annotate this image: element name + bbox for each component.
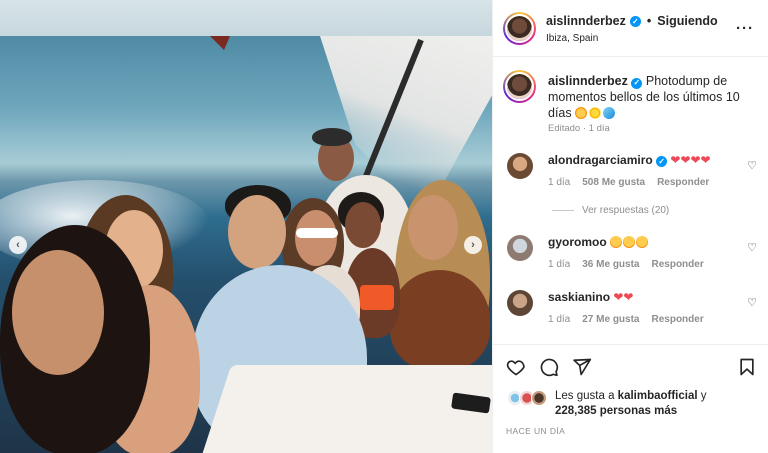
comment-time: 1 día bbox=[548, 314, 571, 325]
like-comment-heart-icon[interactable]: ♡ bbox=[747, 241, 757, 254]
liker-username[interactable]: kalimbaofficial bbox=[618, 390, 698, 402]
star-struck-emoji-icon bbox=[610, 236, 623, 248]
author-username[interactable]: aislinnderbez bbox=[546, 14, 626, 28]
view-replies-button[interactable]: Ver respuestas (20) bbox=[552, 205, 669, 216]
author-avatar[interactable] bbox=[503, 12, 536, 45]
comment-meta: 1 día 36 Me gusta Responder bbox=[548, 259, 704, 270]
verified-badge-icon: ✓ bbox=[656, 156, 668, 167]
caption-username[interactable]: aislinnderbez bbox=[548, 74, 628, 88]
view-replies-label: Ver respuestas (20) bbox=[582, 205, 670, 216]
header-separator: • bbox=[646, 14, 652, 28]
commenter-username[interactable]: alondragarciamiro bbox=[548, 153, 653, 167]
wave-emoji-icon bbox=[603, 107, 616, 119]
red-heart-icon: ❤❤❤❤ bbox=[670, 153, 711, 167]
author-info: aislinnderbez ✓ • Siguiendo bbox=[546, 14, 718, 28]
comment-body: alondragarciamiro ✓ ❤❤❤❤ bbox=[548, 153, 711, 167]
comment-body: saskianino ❤❤ bbox=[548, 290, 633, 304]
share-icon[interactable] bbox=[572, 357, 592, 377]
heart-icon[interactable] bbox=[506, 357, 526, 377]
caption-author-avatar[interactable] bbox=[503, 70, 536, 103]
photo-top-band bbox=[0, 0, 492, 36]
post-timestamp[interactable]: HACE UN DÍA bbox=[506, 426, 565, 436]
comment-time: 1 día bbox=[548, 259, 571, 270]
comment-icon[interactable] bbox=[539, 357, 559, 377]
comment-likes[interactable]: 508 Me gusta bbox=[582, 177, 645, 188]
more-horizontal-icon[interactable]: ··· bbox=[736, 20, 754, 37]
liker-avatar bbox=[531, 390, 547, 406]
post-caption: aislinnderbez ✓ Photodump de momentos be… bbox=[493, 57, 768, 147]
comment-meta: 1 día 508 Me gusta Responder bbox=[548, 177, 709, 188]
boat-flag bbox=[210, 36, 230, 50]
post-actions-bar bbox=[493, 344, 768, 384]
verified-badge-icon: ✓ bbox=[631, 77, 643, 89]
bookmark-icon[interactable] bbox=[737, 357, 757, 377]
post-header: aislinnderbez ✓ • Siguiendo Ibiza, Spain… bbox=[493, 0, 768, 57]
comment-time: 1 día bbox=[548, 177, 571, 188]
comment-meta: 1 día 27 Me gusta Responder bbox=[548, 314, 704, 325]
red-heart-icon: ❤❤ bbox=[613, 290, 634, 304]
caption-meta: Editado · 1 día bbox=[548, 123, 610, 134]
likes-prefix: Les gusta a bbox=[555, 390, 615, 402]
commenter-avatar[interactable] bbox=[507, 153, 533, 179]
divider bbox=[552, 210, 574, 211]
chevron-left-icon: ‹ bbox=[16, 239, 20, 251]
like-comment-heart-icon[interactable]: ♡ bbox=[747, 296, 757, 309]
likes-count[interactable]: 228,385 personas más bbox=[555, 405, 677, 417]
previous-photo-button[interactable]: ‹ bbox=[9, 236, 27, 254]
sun-emoji-icon bbox=[589, 107, 602, 119]
reply-button[interactable]: Responder bbox=[652, 314, 704, 325]
verified-badge-icon: ✓ bbox=[629, 15, 641, 27]
reply-button[interactable]: Responder bbox=[657, 177, 709, 188]
commenter-username[interactable]: gyoromoo bbox=[548, 235, 607, 249]
reply-button[interactable]: Responder bbox=[652, 259, 704, 270]
comment-likes[interactable]: 36 Me gusta bbox=[582, 259, 639, 270]
post-side-panel: aislinnderbez ✓ • Siguiendo Ibiza, Spain… bbox=[492, 0, 768, 453]
table bbox=[198, 365, 492, 453]
following-button[interactable]: Siguiendo bbox=[657, 14, 717, 28]
caption-text: aislinnderbez ✓ Photodump de momentos be… bbox=[548, 73, 748, 121]
star-struck-emoji-icon bbox=[636, 236, 649, 248]
post-photo[interactable]: ‹ › bbox=[0, 0, 492, 453]
post-location[interactable]: Ibiza, Spain bbox=[546, 33, 598, 44]
star-struck-emoji-icon bbox=[623, 236, 636, 248]
chevron-right-icon: › bbox=[471, 239, 475, 251]
comment-body: gyoromoo bbox=[548, 235, 649, 249]
next-photo-button[interactable]: › bbox=[464, 236, 482, 254]
likes-connector: y bbox=[700, 390, 707, 402]
commenter-avatar[interactable] bbox=[507, 235, 533, 261]
like-comment-heart-icon[interactable]: ♡ bbox=[747, 159, 757, 172]
comment-likes[interactable]: 27 Me gusta bbox=[582, 314, 639, 325]
commenter-username[interactable]: saskianino bbox=[548, 290, 610, 304]
commenter-avatar[interactable] bbox=[507, 290, 533, 316]
likers-avatars[interactable] bbox=[507, 390, 551, 406]
likes-summary: Les gusta a kalimbaofficial y 228,385 pe… bbox=[555, 389, 755, 419]
smiling-hearts-emoji-icon bbox=[575, 107, 588, 119]
